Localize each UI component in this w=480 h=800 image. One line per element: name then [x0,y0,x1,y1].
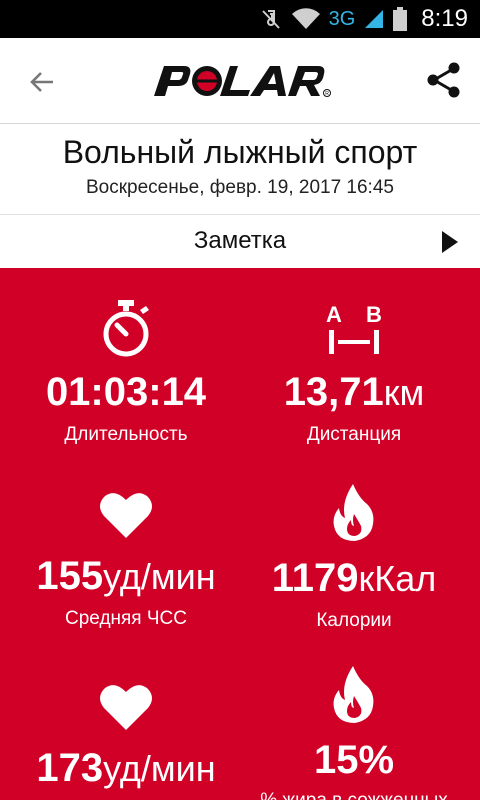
stat-avg-hr: 155уд/мин Средняя ЧСС [6,490,246,630]
session-title: Вольный лыжный спорт [62,134,418,170]
stat-distance-label: Дистанция [306,424,402,445]
note-row[interactable]: Заметка [0,214,480,268]
stat-distance-value: 13,71км [283,370,425,414]
stat-max-hr-value: 173уд/мин [36,746,216,790]
stat-calories: 1179кКал Калории [234,484,474,632]
share-icon [427,62,460,98]
back-button[interactable] [22,62,62,102]
stat-fat-burn-label: % жира в сожженных [234,790,474,800]
flame-icon [333,484,374,541]
stat-max-hr: 173уд/мин [6,682,246,788]
stat-calories-label: Калории [316,610,392,631]
flame-icon [333,666,374,723]
play-arrow-icon [442,231,458,253]
stats-panel: 01:03:14 Длительность A B 13,71км Дистан… [0,268,480,800]
stat-duration: 01:03:14 Длительность [6,300,246,446]
session-header: Вольный лыжный спорт Воскресенье, февр. … [0,124,480,214]
stat-distance: A B 13,71км Дистанция [234,300,474,446]
share-button[interactable] [422,58,466,102]
stat-fat-burn-value: 15% [313,738,395,782]
stopwatch-icon [103,300,149,357]
stat-avg-hr-value: 155уд/мин [36,554,216,598]
polar-logo: R [154,66,331,97]
wifi-icon [291,8,320,30]
note-label: Заметка [193,227,287,254]
signal-icon [365,10,384,28]
stat-fat-burn: 15% % жира в сожженных [234,666,474,800]
stat-duration-value: 01:03:14 [45,370,207,414]
status-icons: 3G 8:19 [259,0,468,38]
svg-text:A: A [326,302,342,327]
svg-text:R: R [325,91,329,97]
stat-avg-hr-label: Средняя ЧСС [65,608,187,629]
arrow-back-icon [30,72,53,92]
stat-duration-label: Длительность [64,424,188,445]
stat-calories-value: 1179кКал [271,556,437,600]
svg-text:B: B [366,302,382,327]
session-date: Воскресенье, февр. 19, 2017 16:45 [86,177,394,198]
network-type: 3G [328,7,356,30]
battery-icon [393,7,408,31]
heart-icon [100,685,152,730]
heart-icon [100,493,152,538]
mute-icon [261,10,280,29]
clock: 8:19 [421,5,468,32]
distance-ab-icon: A B [326,302,382,354]
status-bar: 3G 8:19 [0,0,480,38]
app-bar: R [0,38,480,124]
